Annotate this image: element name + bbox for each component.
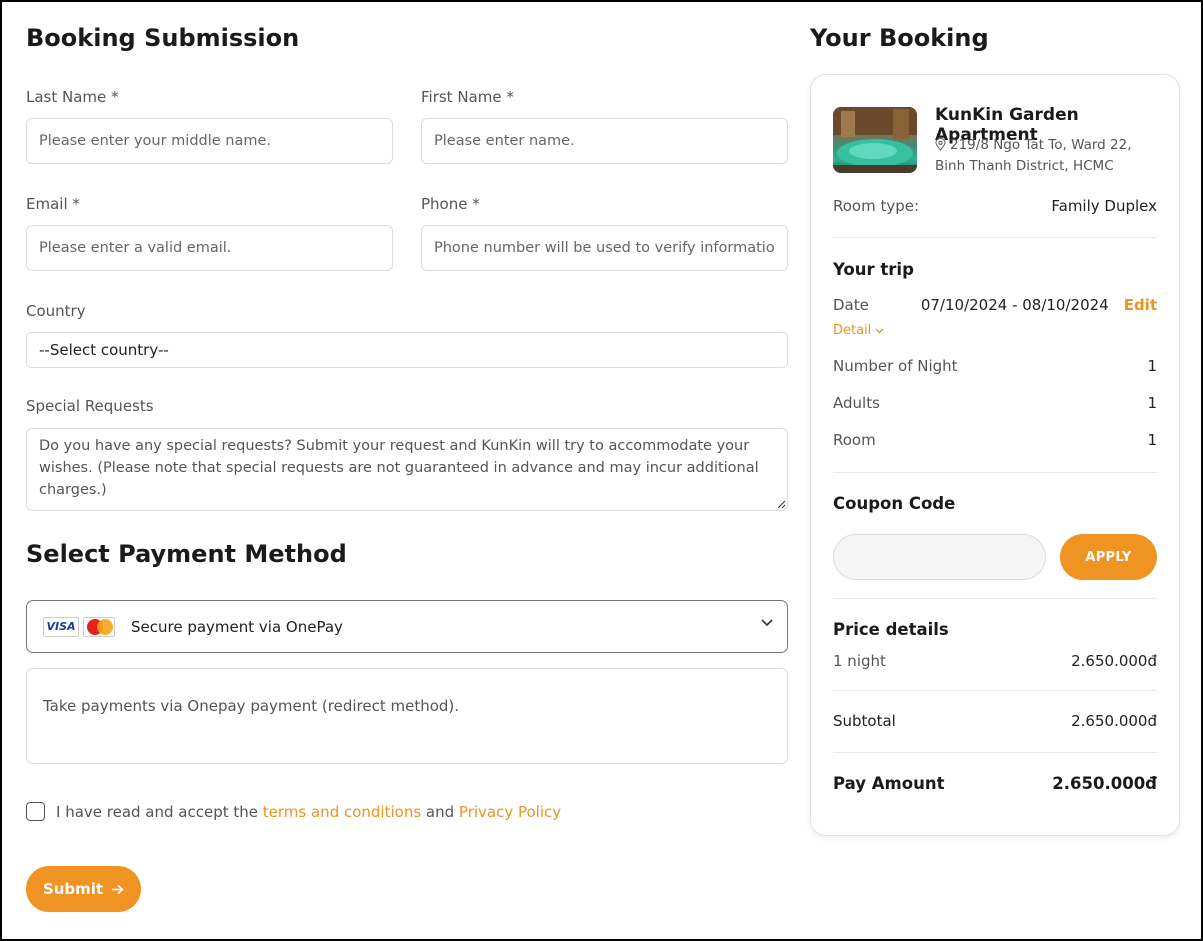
- detail-toggle[interactable]: Detail: [833, 323, 884, 338]
- special-requests-textarea[interactable]: [26, 428, 788, 511]
- date-label: Date: [833, 296, 869, 314]
- room-type-row: Room type: Family Duplex: [833, 197, 1157, 215]
- booking-card: KunKin Garden Apartment 219/8 Ngo Tat To…: [810, 74, 1180, 836]
- divider: [833, 752, 1157, 753]
- edit-date-link[interactable]: Edit: [1124, 296, 1157, 314]
- hotel-address: 219/8 Ngo Tat To, Ward 22, Binh Thanh Di…: [935, 135, 1165, 177]
- submit-label: Submit: [42, 880, 104, 898]
- email-input[interactable]: [26, 225, 393, 271]
- first-name-label: First Name: [421, 88, 514, 106]
- adults-row: Adults 1: [833, 394, 1157, 412]
- pay-amount-value: 2.650.000đ: [1052, 774, 1157, 793]
- chevron-down-icon: [761, 619, 773, 627]
- terms-link[interactable]: terms and conditions: [263, 803, 421, 821]
- payment-description: Take payments via Onepay payment (redire…: [26, 668, 788, 764]
- nights-label: Number of Night: [833, 357, 958, 375]
- subtotal-value: 2.650.000đ: [1071, 712, 1157, 730]
- room-row: Room 1: [833, 431, 1157, 449]
- page-title: Booking Submission: [26, 24, 300, 52]
- country-select[interactable]: --Select country--: [26, 332, 788, 368]
- your-trip-title: Your trip: [833, 260, 914, 279]
- divider: [833, 690, 1157, 691]
- privacy-link[interactable]: Privacy Policy: [459, 803, 561, 821]
- payment-method-label: Secure payment via OnePay: [131, 617, 343, 636]
- phone-input[interactable]: [421, 225, 788, 271]
- coupon-input[interactable]: [833, 534, 1046, 580]
- apply-coupon-button[interactable]: APPLY: [1060, 534, 1157, 580]
- terms-row: I have read and accept the terms and con…: [26, 802, 561, 821]
- nights-value: 1: [1147, 357, 1157, 375]
- night-price-value: 2.650.000đ: [1071, 652, 1157, 670]
- payment-method-select[interactable]: VISA Secure payment via OnePay: [26, 600, 788, 653]
- room-type-value: Family Duplex: [1051, 197, 1157, 215]
- price-details-title: Price details: [833, 620, 949, 639]
- visa-logo-icon: VISA: [43, 616, 79, 637]
- subtotal-row: Subtotal 2.650.000đ: [833, 712, 1157, 730]
- date-value: 07/10/2024 - 08/10/2024: [920, 296, 1109, 314]
- room-type-label: Room type:: [833, 197, 920, 215]
- resize-handle-icon[interactable]: [776, 499, 786, 509]
- night-price-row: 1 night 2.650.000đ: [833, 652, 1157, 670]
- special-requests-label: Special Requests: [26, 397, 154, 415]
- email-label: Email: [26, 195, 80, 213]
- divider: [833, 237, 1157, 238]
- date-row: Date 07/10/2024 - 08/10/2024 Edit: [833, 296, 1157, 314]
- detail-label: Detail: [833, 323, 872, 338]
- arrow-right-icon: [112, 884, 124, 894]
- nights-row: Number of Night 1: [833, 357, 1157, 375]
- location-pin-icon: [935, 138, 946, 151]
- adults-value: 1: [1147, 394, 1157, 412]
- night-price-label: 1 night: [833, 652, 886, 670]
- hotel-address-text: 219/8 Ngo Tat To, Ward 22, Binh Thanh Di…: [935, 137, 1132, 174]
- coupon-title: Coupon Code: [833, 494, 956, 513]
- divider: [833, 472, 1157, 473]
- pay-amount-label: Pay Amount: [833, 774, 945, 793]
- country-label: Country: [26, 302, 86, 320]
- pay-amount-row: Pay Amount 2.650.000đ: [833, 774, 1157, 793]
- terms-prefix: I have read and accept the: [56, 802, 263, 821]
- last-name-label: Last Name: [26, 88, 119, 106]
- last-name-input[interactable]: [26, 118, 393, 164]
- submit-button[interactable]: Submit: [26, 866, 141, 912]
- first-name-input[interactable]: [421, 118, 788, 164]
- room-value: 1: [1147, 431, 1157, 449]
- divider: [833, 598, 1157, 599]
- hotel-thumbnail: [833, 107, 917, 173]
- terms-middle: and: [421, 802, 459, 821]
- phone-label: Phone: [421, 195, 480, 213]
- subtotal-label: Subtotal: [833, 712, 896, 730]
- room-label: Room: [833, 431, 876, 449]
- adults-label: Adults: [833, 394, 880, 412]
- chevron-down-icon: [875, 328, 884, 333]
- terms-checkbox[interactable]: [26, 802, 45, 821]
- mastercard-logo-icon: [83, 616, 115, 637]
- your-booking-title: Your Booking: [810, 24, 989, 52]
- payment-method-title: Select Payment Method: [26, 540, 347, 568]
